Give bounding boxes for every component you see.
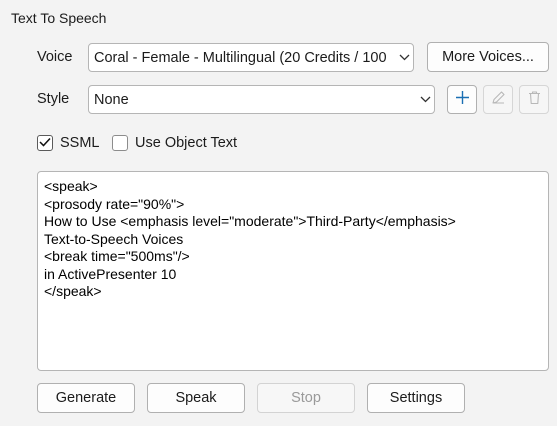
use-object-text-checkbox[interactable]: [112, 135, 128, 151]
style-selected-value: None: [94, 91, 129, 108]
delete-style-button[interactable]: [519, 85, 549, 114]
generate-button[interactable]: Generate: [37, 383, 135, 413]
chevron-down-icon: [395, 44, 413, 71]
speak-button[interactable]: Speak: [147, 383, 245, 413]
editor-line: <prosody rate="90%">: [44, 195, 185, 212]
panel-title: Text To Speech: [11, 10, 107, 26]
voice-selected-value: Coral - Female - Multilingual (20 Credit…: [94, 49, 387, 66]
settings-button[interactable]: Settings: [367, 383, 465, 413]
editor-line: </speak>: [44, 283, 102, 299]
editor-line: How to Use <emphasis level="moderate">Th…: [44, 213, 456, 229]
stop-button[interactable]: Stop: [257, 383, 355, 413]
style-dropdown[interactable]: None: [88, 85, 435, 114]
trash-icon: [527, 90, 542, 110]
checkmark-icon: [39, 134, 51, 152]
editor-line: in ActivePresenter 10: [44, 265, 177, 282]
plus-icon: [455, 90, 470, 110]
editor-line: <break time="500ms"/>: [44, 248, 190, 264]
voice-label: Voice: [37, 49, 73, 65]
ssml-label[interactable]: SSML: [60, 135, 100, 151]
ssml-text-editor[interactable]: <speak> <prosody rate="90%"> How to Use …: [37, 171, 549, 371]
chevron-down-icon: [416, 86, 434, 113]
voice-dropdown[interactable]: Coral - Female - Multilingual (20 Credit…: [88, 43, 414, 72]
edit-style-button[interactable]: [483, 85, 513, 114]
editor-line: <speak>: [44, 178, 98, 194]
ssml-checkbox[interactable]: [37, 135, 53, 151]
use-object-text-label[interactable]: Use Object Text: [135, 135, 237, 151]
style-label: Style: [37, 91, 70, 107]
add-style-button[interactable]: [447, 85, 477, 114]
more-voices-button[interactable]: More Voices...: [427, 42, 549, 72]
editor-line: Text-to-Speech Voices: [44, 230, 184, 247]
pencil-icon: [491, 90, 506, 110]
